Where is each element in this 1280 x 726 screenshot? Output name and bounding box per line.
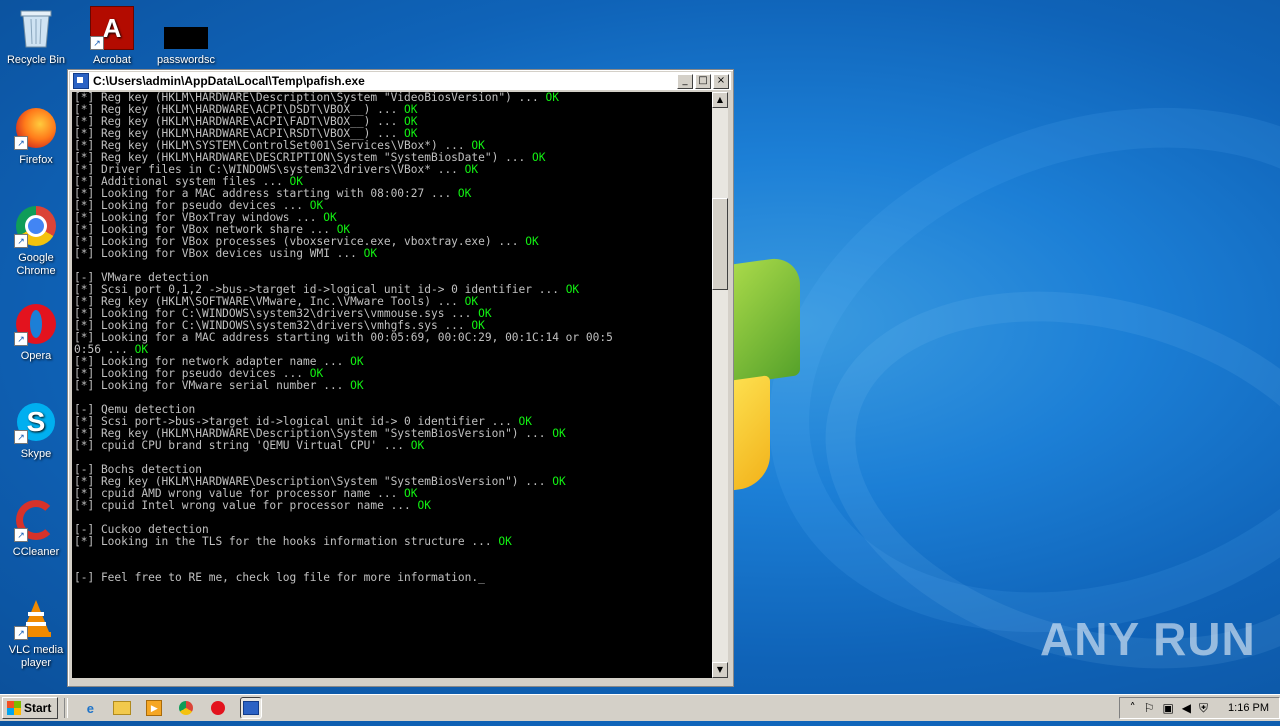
ccleaner-icon: ↗	[14, 498, 58, 542]
desktop-icon-firefox[interactable]: ↗ Firefox	[0, 106, 72, 167]
desktop-icon-label: Recycle Bin	[6, 54, 66, 66]
vlc-icon: ↗	[14, 596, 58, 640]
scroll-up-button[interactable]: ▲	[712, 92, 728, 108]
desktop-icon-label: CCleaner	[12, 546, 60, 558]
console-line: [-] Feel free to RE me, check log file f…	[74, 572, 710, 584]
shortcut-arrow-icon: ↗	[14, 626, 28, 640]
desktop-icon-acrobat[interactable]: A ↗ Acrobat	[76, 6, 148, 67]
desktop-icon-vlc[interactable]: ↗ VLC media player	[0, 596, 72, 670]
status-ok: OK	[410, 439, 425, 452]
console-line: [*] Looking for a MAC address starting w…	[74, 332, 710, 344]
status-ok: OK	[525, 235, 539, 248]
console-app-icon	[73, 73, 89, 89]
desktop-icon-ccleaner[interactable]: ↗ CCleaner	[0, 498, 72, 559]
console-line: [*] Looking for VBox devices using WMI .…	[74, 248, 710, 260]
shortcut-arrow-icon: ↗	[14, 528, 28, 542]
skype-icon: S ↗	[14, 400, 58, 444]
volume-icon[interactable]: ◀	[1182, 701, 1191, 715]
status-ok: OK	[417, 499, 431, 512]
console-line-text: [*] Looking for VMware serial number ...	[74, 379, 351, 392]
status-ok: OK	[464, 163, 479, 176]
opera-icon[interactable]	[208, 698, 228, 718]
status-ok: OK	[552, 427, 566, 440]
window-titlebar[interactable]: C:\Users\admin\AppData\Local\Temp\pafish…	[70, 72, 731, 90]
text-cursor: _	[478, 571, 485, 584]
taskbar-clock[interactable]: 1:16 PM	[1228, 702, 1269, 714]
console-line-text: [*] cpuid Intel wrong value for processo…	[74, 499, 418, 512]
console-line-text: [*] Looking for VBox devices using WMI .…	[74, 247, 364, 260]
media-player-icon[interactable]: ▶	[144, 698, 164, 718]
vertical-scrollbar[interactable]: ▲ ▼	[712, 92, 728, 678]
watermark-text: ANY RUN	[1040, 613, 1256, 665]
chrome-icon[interactable]	[176, 698, 196, 718]
action-center-flag-icon[interactable]: ⚐	[1144, 701, 1155, 715]
console-line: [*] cpuid Intel wrong value for processo…	[74, 500, 710, 512]
start-button[interactable]: Start	[2, 697, 59, 719]
status-ok: OK	[552, 475, 566, 488]
pafish-console-icon[interactable]	[240, 697, 263, 719]
opera-icon: ↗	[14, 302, 58, 346]
taskbar-separator	[64, 698, 69, 718]
desktop-icon-label: Opera	[20, 350, 52, 362]
desktop-icon-label: VLC media player	[8, 644, 64, 669]
desktop-icon-passwordsc[interactable]: passwordsc	[150, 6, 222, 67]
status-ok: OK	[350, 379, 364, 392]
desktop-icon-recycle-bin[interactable]: Recycle Bin	[0, 6, 72, 67]
recycle-bin-icon	[14, 6, 58, 50]
status-ok: OK	[363, 247, 378, 260]
shortcut-arrow-icon: ↗	[90, 36, 104, 50]
console-line: [*] cpuid CPU brand string 'QEMU Virtual…	[74, 440, 710, 452]
status-ok: OK	[532, 151, 546, 164]
network-icon[interactable]: ▣	[1162, 701, 1173, 715]
console-line	[74, 548, 710, 560]
desktop-icon-label: Google Chrome	[16, 252, 56, 277]
desktop-icon-label: Skype	[20, 448, 52, 460]
anyrun-watermark: ANY RUN	[1040, 612, 1256, 666]
console-line: [*] Looking in the TLS for the hooks inf…	[74, 536, 710, 548]
status-ok: OK	[498, 535, 512, 548]
close-button[interactable]: ×	[713, 73, 729, 89]
scroll-down-button[interactable]: ▼	[712, 662, 728, 678]
maximize-button[interactable]: □	[695, 73, 711, 89]
console-output[interactable]: [*] Reg key (HKLM\HARDWARE\Description\S…	[72, 92, 712, 678]
desktop-icon-label: Acrobat	[93, 54, 131, 66]
status-ok: OK	[545, 92, 559, 104]
scroll-thumb[interactable]	[712, 198, 728, 290]
console-line: [*] Looking for VMware serial number ...…	[74, 380, 710, 392]
shortcut-arrow-icon: ↗	[14, 234, 28, 248]
shortcut-arrow-icon: ↗	[14, 332, 28, 346]
desktop-icon-chrome[interactable]: ↗ Google Chrome	[0, 204, 72, 278]
show-hidden-icons-icon[interactable]: ˄	[1130, 701, 1136, 715]
console-line-text: [*] Looking for a MAC address starting w…	[74, 331, 613, 344]
status-ok: OK	[457, 187, 472, 200]
document-icon	[164, 6, 208, 50]
status-ok: OK	[565, 283, 580, 296]
explorer-icon[interactable]	[112, 698, 132, 718]
chrome-icon: ↗	[14, 204, 58, 248]
shortcut-arrow-icon: ↗	[14, 136, 28, 150]
console-line-text: [-] Feel free to RE me, check log file f…	[74, 571, 479, 584]
desktop-icon-opera[interactable]: ↗ Opera	[0, 302, 72, 363]
minimize-button[interactable]: _	[677, 73, 693, 89]
console-window: C:\Users\admin\AppData\Local\Temp\pafish…	[67, 69, 734, 687]
desktop-icon-label: passwordsc	[156, 54, 216, 66]
shortcut-arrow-icon: ↗	[14, 430, 28, 444]
window-title: C:\Users\admin\AppData\Local\Temp\pafish…	[93, 74, 365, 88]
windows-flag-icon	[7, 701, 21, 715]
system-tray: ˄ ⚐ ▣ ◀ ⛨ 1:16 PM	[1118, 697, 1280, 719]
taskbar: Start e ▶ ˄ ⚐ ▣ ◀ ⛨ 1:16 PM	[0, 694, 1280, 721]
start-label: Start	[24, 701, 52, 715]
console-line-text: [*] Looking in the TLS for the hooks inf…	[74, 535, 499, 548]
firefox-icon: ↗	[14, 106, 58, 150]
ie-icon[interactable]: e	[80, 698, 100, 718]
security-shield-icon[interactable]: ⛨	[1199, 701, 1208, 716]
desktop-icon-skype[interactable]: S ↗ Skype	[0, 400, 72, 461]
console-text: [*] Reg key (HKLM\HARDWARE\Description\S…	[72, 92, 712, 584]
status-ok: OK	[350, 355, 364, 368]
acrobat-icon: A ↗	[90, 6, 134, 50]
console-line-text: [*] cpuid CPU brand string 'QEMU Virtual…	[74, 439, 411, 452]
desktop-icon-label: Firefox	[19, 154, 53, 166]
